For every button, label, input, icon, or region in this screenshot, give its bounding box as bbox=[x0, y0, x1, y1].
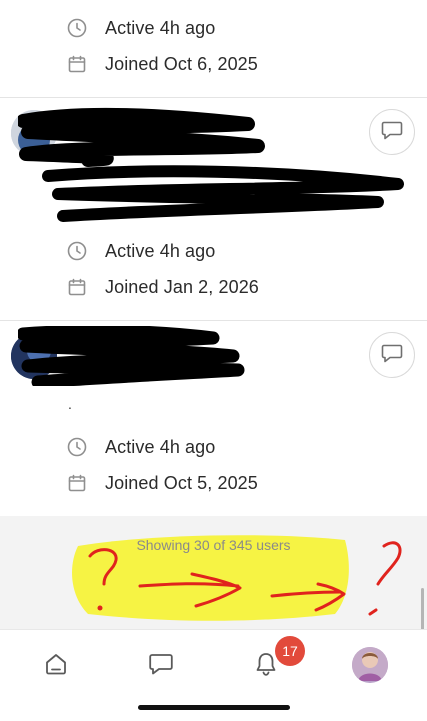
user-1-joined-row: Joined Oct 6, 2025 bbox=[66, 52, 258, 76]
redaction-scribble bbox=[18, 326, 245, 386]
home-icon bbox=[43, 651, 69, 682]
tab-messages[interactable] bbox=[141, 646, 181, 686]
chat-bubble-icon bbox=[381, 120, 403, 145]
tab-home[interactable] bbox=[36, 646, 76, 686]
user-3-joined-row: Joined Oct 5, 2025 bbox=[66, 471, 258, 495]
user-1-active-row: Active 4h ago bbox=[66, 16, 215, 40]
message-user-button[interactable] bbox=[369, 332, 415, 378]
chat-bubble-icon bbox=[381, 343, 403, 368]
bell-icon bbox=[254, 651, 278, 682]
clock-icon bbox=[66, 436, 88, 458]
message-user-button[interactable] bbox=[369, 109, 415, 155]
user-2-joined-row: Joined Jan 2, 2026 bbox=[66, 275, 259, 299]
clock-icon bbox=[66, 17, 88, 39]
highlight-annotation bbox=[72, 535, 402, 621]
user-bio: . bbox=[68, 396, 72, 412]
calendar-icon bbox=[66, 276, 88, 298]
row-divider bbox=[0, 320, 427, 321]
clock-icon bbox=[66, 240, 88, 262]
notification-badge: 17 bbox=[275, 636, 305, 666]
calendar-icon bbox=[66, 472, 88, 494]
redaction-scribble bbox=[18, 107, 404, 222]
user-3-active-row: Active 4h ago bbox=[66, 435, 215, 459]
home-indicator bbox=[138, 705, 290, 710]
tab-profile[interactable] bbox=[352, 647, 388, 683]
active-status: Active 4h ago bbox=[105, 436, 216, 457]
joined-date: Joined Oct 5, 2025 bbox=[105, 472, 258, 493]
active-status: Active 4h ago bbox=[105, 17, 216, 38]
joined-date: Joined Oct 6, 2025 bbox=[105, 53, 258, 74]
profile-avatar bbox=[352, 647, 388, 683]
joined-date: Joined Jan 2, 2026 bbox=[105, 276, 259, 297]
row-divider bbox=[0, 97, 427, 98]
chat-icon bbox=[148, 652, 174, 681]
active-status: Active 4h ago bbox=[105, 240, 216, 261]
calendar-icon bbox=[66, 53, 88, 75]
user-2-active-row: Active 4h ago bbox=[66, 239, 215, 263]
showing-count: Showing 30 of 345 users bbox=[136, 537, 291, 553]
